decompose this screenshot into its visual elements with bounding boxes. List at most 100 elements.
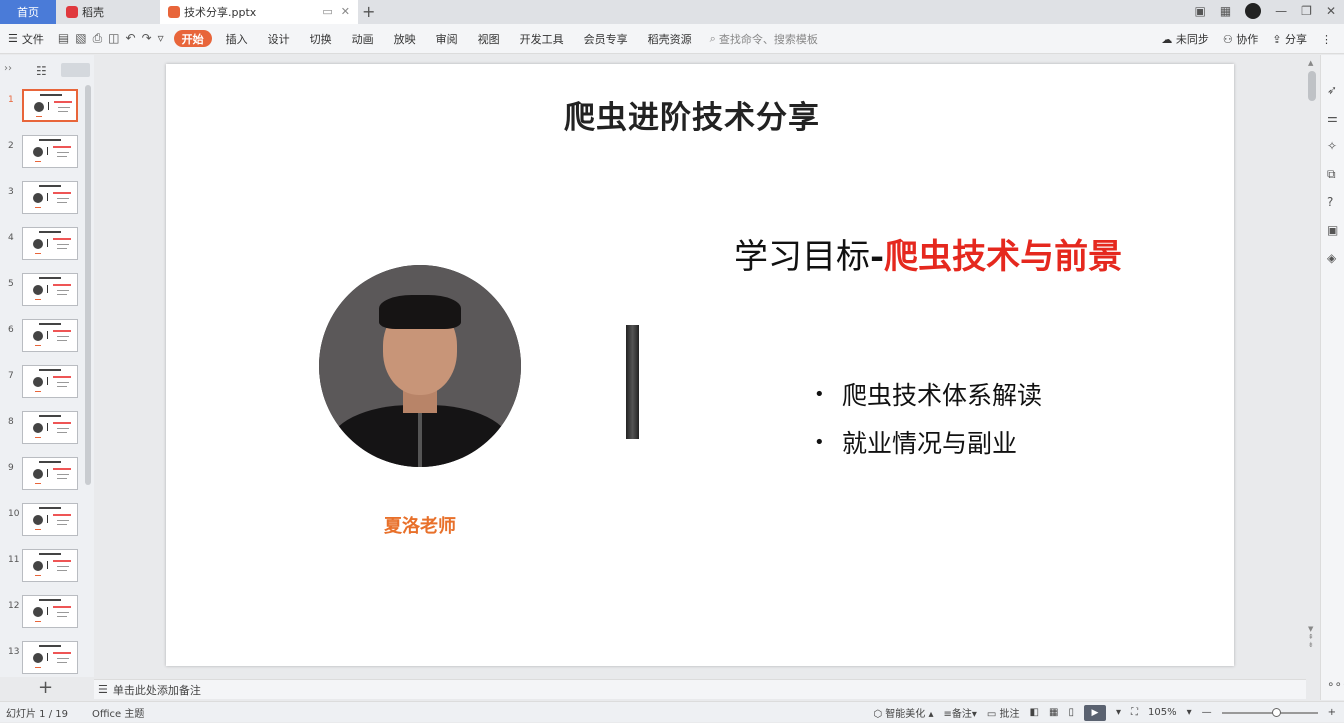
tab-slideshow[interactable]: 放映 bbox=[384, 24, 426, 54]
comments-button[interactable]: ▭ 批注 bbox=[987, 705, 1020, 720]
learning-goal[interactable]: 学习目标-爬虫技术与前景 bbox=[734, 229, 1122, 278]
export-pdf-icon[interactable]: ▧ bbox=[75, 31, 86, 46]
zoom-slider-knob[interactable] bbox=[1271, 707, 1281, 717]
zoom-dropdown-icon[interactable]: ▾ bbox=[1187, 707, 1192, 718]
slide-title[interactable]: 爬虫进阶技术分享 bbox=[166, 92, 1218, 137]
slide-thumbnail[interactable] bbox=[22, 503, 78, 536]
sync-button[interactable]: ☁ 未同步 bbox=[1161, 31, 1209, 47]
vertical-divider[interactable] bbox=[626, 325, 639, 439]
tab-member[interactable]: 会员专享 bbox=[574, 24, 638, 54]
notes-toggle-button[interactable]: ≡备注▾ bbox=[943, 705, 976, 720]
add-slide-icon[interactable]: + bbox=[38, 677, 53, 698]
slide-thumbnail[interactable] bbox=[22, 457, 78, 490]
slide-thumbnail[interactable] bbox=[22, 365, 78, 398]
expand-pane-icon[interactable]: ›› bbox=[4, 63, 12, 74]
slide-thumbnail[interactable] bbox=[22, 181, 78, 214]
minimize-icon[interactable]: — bbox=[1275, 4, 1287, 18]
notes-bar[interactable]: ☰ 单击此处添加备注 bbox=[94, 679, 1306, 699]
restore-icon[interactable]: ❐ bbox=[1301, 4, 1312, 18]
tab-developer[interactable]: 开发工具 bbox=[510, 24, 574, 54]
customize-dropdown-icon[interactable]: ▿ bbox=[158, 31, 164, 46]
thumbnail-number: 10 bbox=[8, 509, 20, 519]
slide-thumbnail[interactable] bbox=[22, 595, 78, 628]
scroll-thumb[interactable] bbox=[1308, 71, 1316, 101]
tab-start[interactable]: 开始 bbox=[173, 30, 212, 47]
print-icon[interactable]: ⎙ bbox=[93, 31, 103, 46]
tab-document[interactable]: 技术分享.pptx ▭ ✕ bbox=[160, 0, 358, 24]
more-icon[interactable]: ⋮ bbox=[1321, 33, 1332, 46]
tab-pin-icon[interactable]: ▭ bbox=[322, 5, 332, 18]
tab-animation[interactable]: 动画 bbox=[342, 24, 384, 54]
bullet-list[interactable]: • 爬虫技术体系解读 • 就业情况与副业 bbox=[814, 370, 1042, 466]
undo-icon[interactable]: ↶ bbox=[126, 31, 136, 46]
tab-review[interactable]: 审阅 bbox=[426, 24, 468, 54]
adjust-icon[interactable]: ⚌ bbox=[1327, 111, 1338, 125]
image-settings-icon[interactable]: ▣ bbox=[1327, 223, 1338, 237]
goal-highlight: 爬虫技术与前景 bbox=[884, 237, 1123, 277]
slide-thumbnail[interactable] bbox=[22, 411, 78, 444]
file-menu[interactable]: ☰ 文件 bbox=[8, 31, 44, 47]
pin-icon[interactable]: ✧ bbox=[1327, 139, 1337, 153]
tab-view[interactable]: 视图 bbox=[468, 24, 510, 54]
tab-daoke-resources[interactable]: 稻壳资源 bbox=[638, 24, 702, 54]
canvas-scrollbar[interactable]: ▲ ▼ ⇞ ⇟ bbox=[1306, 55, 1318, 677]
close-window-icon[interactable]: ✕ bbox=[1326, 4, 1336, 18]
comment-icon: ▭ bbox=[986, 709, 997, 720]
goal-prefix: 学习目标 bbox=[734, 237, 870, 277]
tab-home[interactable]: 首页 bbox=[0, 0, 56, 24]
share-button[interactable]: ⇪ 分享 bbox=[1272, 31, 1307, 47]
zoom-out-icon[interactable]: — bbox=[1202, 707, 1212, 718]
play-dropdown-icon[interactable]: ▾ bbox=[1116, 707, 1121, 718]
cloud-sync-icon: ☁ bbox=[1161, 33, 1173, 46]
more-tools-icon[interactable]: ∘∘∘ bbox=[1327, 677, 1344, 691]
slide-thumbnail[interactable] bbox=[22, 89, 78, 122]
zoom-level[interactable]: 105% bbox=[1148, 707, 1177, 718]
teacher-photo[interactable] bbox=[319, 265, 521, 467]
ribbon-tabs: 开始 插入 设计 切换 动画 放映 审阅 视图 开发工具 会员专享 稻壳资源 bbox=[173, 24, 702, 54]
thumbnail-view-toggle[interactable] bbox=[61, 63, 90, 77]
redo-icon[interactable]: ↷ bbox=[142, 31, 152, 46]
zoom-fit-icon[interactable]: ⛶ bbox=[1131, 707, 1138, 718]
slide-thumbnail[interactable] bbox=[22, 273, 78, 306]
play-icon[interactable]: ▶ bbox=[1083, 704, 1106, 721]
slide-thumbnail[interactable] bbox=[22, 641, 78, 674]
tab-design[interactable]: 设计 bbox=[258, 24, 300, 54]
tab-insert[interactable]: 插入 bbox=[216, 24, 258, 54]
sorter-view-icon[interactable]: ▦ bbox=[1049, 707, 1058, 718]
normal-view-icon[interactable]: ◧ bbox=[1030, 707, 1039, 718]
file-menu-label: 文件 bbox=[21, 32, 44, 46]
thumbnail-number: 13 bbox=[8, 647, 20, 657]
bullet-dot-icon: • bbox=[814, 431, 825, 453]
apps-grid-icon[interactable]: ▦ bbox=[1220, 4, 1231, 18]
scroll-up-icon[interactable]: ▲ bbox=[1308, 59, 1313, 67]
location-icon[interactable]: ◈ bbox=[1327, 251, 1336, 265]
slide-thumbnail[interactable] bbox=[22, 549, 78, 582]
layout-icon[interactable]: ▣ bbox=[1194, 4, 1205, 18]
tab-transition[interactable]: 切换 bbox=[300, 24, 342, 54]
teacher-name[interactable]: 夏洛老师 bbox=[319, 512, 521, 538]
scroll-down-icon[interactable]: ▼ ⇞ ⇟ bbox=[1308, 625, 1314, 649]
thumbnail-scrollbar[interactable] bbox=[85, 85, 91, 485]
zoom-slider[interactable] bbox=[1221, 707, 1318, 717]
tab-home-label: 首页 bbox=[17, 6, 39, 19]
slide-thumbnail[interactable] bbox=[22, 319, 78, 352]
reading-view-icon[interactable]: ▯ bbox=[1068, 707, 1074, 718]
smart-beautify-button[interactable]: ⬡ 智能美化 ▴ bbox=[873, 705, 933, 720]
share-label: 分享 bbox=[1285, 33, 1307, 46]
tab-close-icon[interactable]: ✕ bbox=[341, 5, 350, 18]
rocket-icon[interactable]: ➶ bbox=[1327, 83, 1337, 97]
print-preview-icon[interactable]: ◫ bbox=[108, 31, 119, 46]
slide-thumbnail[interactable] bbox=[22, 227, 78, 260]
tab-daoke[interactable]: 稻壳 bbox=[58, 0, 158, 24]
transform-icon[interactable]: ⧉ bbox=[1327, 167, 1336, 182]
slide[interactable]: 爬虫进阶技术分享 夏洛老师 学习目标-爬虫技术与前景 • 爬虫技术体系解读 • 就业… bbox=[166, 64, 1234, 666]
avatar[interactable] bbox=[1245, 3, 1262, 19]
help-icon[interactable]: ? bbox=[1327, 195, 1333, 209]
collaborate-button[interactable]: ⚇ 协作 bbox=[1223, 31, 1258, 47]
outline-view-icon[interactable]: ☷ bbox=[36, 64, 47, 78]
zoom-in-icon[interactable]: + bbox=[1328, 707, 1336, 718]
command-search[interactable]: ⌕ 查找命令、搜索模板 bbox=[710, 31, 818, 47]
new-tab-button[interactable]: + bbox=[362, 2, 375, 21]
slide-thumbnail[interactable] bbox=[22, 135, 78, 168]
save-icon[interactable]: ▤ bbox=[58, 31, 69, 46]
